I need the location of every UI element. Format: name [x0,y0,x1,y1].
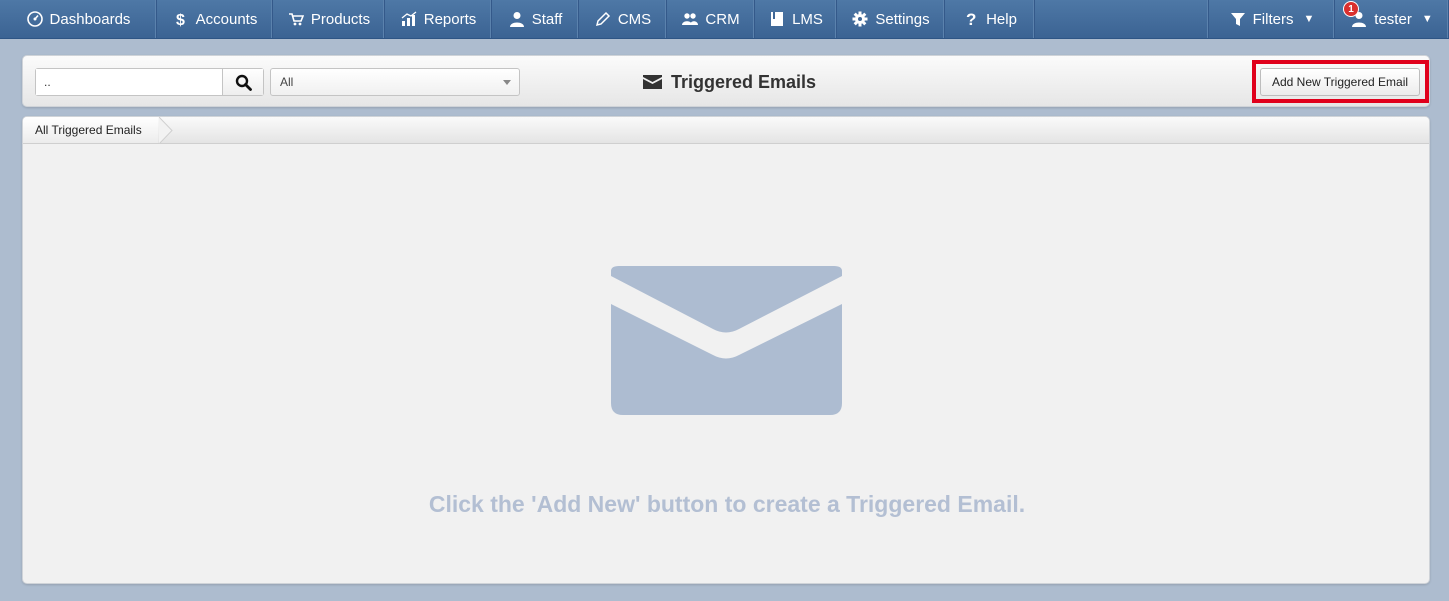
dashboard-icon [26,10,44,28]
add-new-triggered-email-button[interactable]: Add New Triggered Email [1260,68,1420,96]
nav-crm[interactable]: CRM [667,0,755,38]
gear-icon [851,10,869,28]
nav-help[interactable]: ? Help [945,0,1035,38]
search-box [35,68,264,96]
nav-label: Help [986,10,1017,28]
envelope-icon [643,75,662,89]
filter-icon [1229,10,1247,28]
nav-accounts[interactable]: $ Accounts [157,0,273,38]
nav-label: CRM [705,10,740,28]
nav-products[interactable]: Products [273,0,385,38]
svg-text:$: $ [176,12,185,27]
nav-settings[interactable]: Settings [837,0,945,38]
nav-lms[interactable]: LMS [755,0,837,38]
question-icon: ? [962,10,980,28]
search-button[interactable] [222,69,263,95]
chart-icon [400,10,418,28]
toolbar-panel: All Triggered Emails Add New Triggered E… [22,55,1430,107]
chevron-down-icon: ▼ [1303,13,1315,25]
page-title-text: Triggered Emails [671,71,817,92]
notification-badge: 1 [1343,1,1359,17]
nav-staff[interactable]: Staff [492,0,579,38]
page-title: Triggered Emails [643,70,816,94]
breadcrumb-item-all-triggered-emails[interactable]: All Triggered Emails [23,117,158,143]
content-panel: All Triggered Emails Click the 'Add New'… [22,116,1430,584]
filter-select[interactable]: All [270,68,520,96]
nav-label: Accounts [195,10,258,28]
nav-label: Filters [1252,10,1294,28]
nav-label: CMS [617,10,652,28]
nav-label: tester [1374,10,1412,28]
nav-label: Products [310,10,371,28]
user-icon [508,10,526,28]
nav-label: Staff [531,10,563,28]
book-icon [768,10,786,28]
nav-label: Reports [423,10,477,28]
nav-reports[interactable]: Reports [385,0,492,38]
cart-icon [287,10,305,28]
envelope-icon [611,266,842,415]
filter-select-value: All [280,75,294,89]
pencil-icon [594,10,612,28]
search-icon [235,74,252,91]
users-icon [681,10,699,28]
dollar-icon: $ [172,10,190,28]
chevron-down-icon [503,80,511,85]
breadcrumb-label: All Triggered Emails [35,123,142,137]
nav-spacer [1035,0,1209,38]
chevron-down-icon: ▼ [1421,13,1433,25]
nav-label: Dashboards [49,10,131,28]
nav-filters[interactable]: Filters ▼ [1209,0,1335,38]
breadcrumb: All Triggered Emails [23,117,1429,144]
nav-label: Settings [875,10,930,28]
nav-label: LMS [792,10,823,28]
nav-dashboards[interactable]: Dashboards [0,0,157,38]
nav-cms[interactable]: CMS [579,0,667,38]
svg-text:?: ? [966,11,976,27]
nav-user-menu[interactable]: 1 tester ▼ [1335,0,1449,38]
empty-state-message: Click the 'Add New' button to create a T… [428,491,1026,517]
search-input[interactable] [36,69,223,95]
top-nav: Dashboards $ Accounts Products Reports S… [0,0,1449,39]
